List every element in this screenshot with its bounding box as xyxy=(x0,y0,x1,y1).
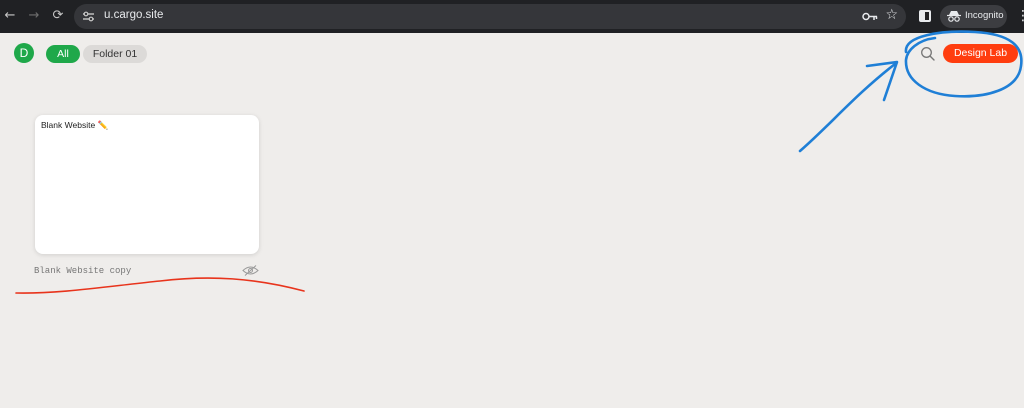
star-icon[interactable]: ☆ xyxy=(885,7,898,23)
site-info-icon[interactable] xyxy=(82,10,95,23)
key-icon[interactable] xyxy=(862,11,878,22)
hidden-eye-icon[interactable] xyxy=(242,265,259,276)
site-card-title: Blank Website ✏️ xyxy=(41,120,109,130)
design-lab-button[interactable]: Design Lab xyxy=(943,44,1018,63)
address-bar[interactable]: u.cargo.site ☆ xyxy=(74,4,906,29)
blue-circle-annotation xyxy=(904,30,1023,98)
blue-arrowhead-annotation xyxy=(865,60,899,102)
reload-icon[interactable]: ⟳ xyxy=(50,8,66,24)
menu-icon[interactable]: ⋮ xyxy=(1016,8,1024,24)
filter-all-button[interactable]: All xyxy=(46,45,80,63)
incognito-icon xyxy=(947,11,961,22)
side-panel-icon[interactable] xyxy=(919,10,931,22)
blue-arrow-annotation xyxy=(798,62,897,153)
forward-arrow-icon[interactable]: → xyxy=(26,8,42,24)
search-icon[interactable] xyxy=(920,46,935,61)
incognito-label: Incognito xyxy=(965,10,1004,21)
incognito-badge[interactable]: Incognito xyxy=(940,5,1007,28)
site-card[interactable]: Blank Website ✏️ xyxy=(35,115,259,254)
browser-toolbar: ← → ⟳ u.cargo.site ☆ Incognito ⋮ xyxy=(0,0,1024,33)
red-underline-annotation xyxy=(15,277,305,294)
site-name-label[interactable]: Blank Website copy xyxy=(34,266,131,276)
filter-folder-button[interactable]: Folder 01 xyxy=(83,45,147,63)
back-arrow-icon[interactable]: ← xyxy=(2,8,18,24)
url-text[interactable]: u.cargo.site xyxy=(104,9,163,21)
avatar[interactable]: D xyxy=(14,43,34,63)
